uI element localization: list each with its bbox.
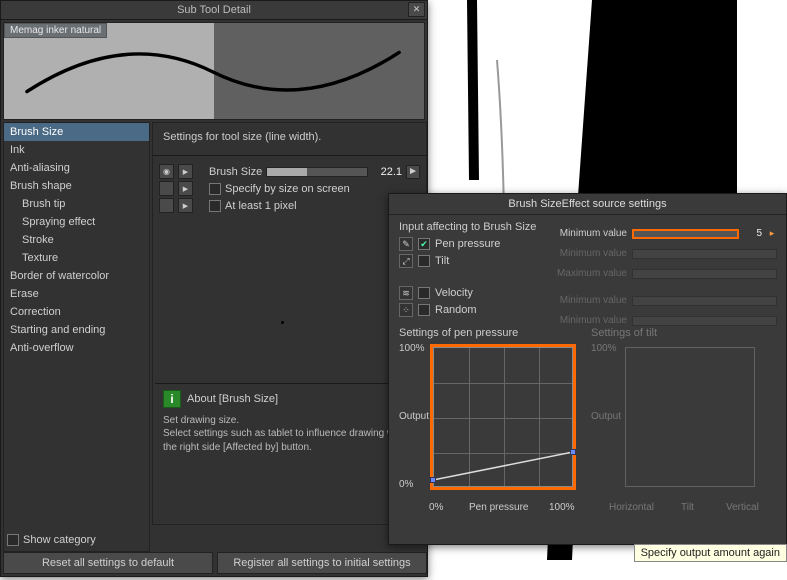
min-value-label-4: Minimum value <box>549 315 627 326</box>
row-toggle-icon[interactable] <box>159 198 174 213</box>
velocity-icon: ≋ <box>399 286 413 300</box>
curve-y-100: 100% <box>399 343 425 354</box>
tilt-x-h: Horizontal <box>609 502 654 513</box>
sidebar-item-brush-shape[interactable]: Brush shape <box>4 177 149 195</box>
visibility-toggle-icon[interactable] <box>159 164 174 179</box>
info-icon: i <box>163 390 181 408</box>
effect-dialog-title: Brush SizeEffect source settings <box>389 194 786 215</box>
tilt-curve <box>625 347 755 487</box>
min-value-slider-3 <box>632 296 777 306</box>
tilt-checkbox[interactable] <box>418 255 430 267</box>
curve-x-100: 100% <box>549 502 575 513</box>
random-icon: ⁘ <box>399 303 413 317</box>
slider-arrow-icon[interactable] <box>767 229 777 239</box>
at-least-1-pixel-checkbox[interactable] <box>209 200 221 212</box>
row-expand-icon[interactable] <box>178 198 193 213</box>
sidebar-item-anti-aliasing[interactable]: Anti-aliasing <box>4 159 149 177</box>
about-title: About [Brush Size] <box>187 393 278 405</box>
pen-pressure-label: Pen pressure <box>435 238 500 250</box>
effect-source-dialog: Brush SizeEffect source settings Input a… <box>388 193 787 545</box>
curve-x-0: 0% <box>429 502 443 513</box>
row-toggle-icon[interactable] <box>159 181 174 196</box>
about-text-1: Set drawing size. <box>163 414 418 428</box>
min-value-label-0: Minimum value <box>549 228 627 239</box>
expand-toggle-icon[interactable] <box>178 164 193 179</box>
sidebar-item-starting-ending[interactable]: Starting and ending <box>4 321 149 339</box>
tilt-x-v: Vertical <box>726 502 759 513</box>
about-box: i About [Brush Size] Set drawing size. S… <box>155 383 426 465</box>
show-category-checkbox[interactable] <box>7 534 19 546</box>
reset-button[interactable]: Reset all settings to default <box>3 552 213 574</box>
sidebar-item-erase[interactable]: Erase <box>4 285 149 303</box>
tilt-icon: ⤢ <box>399 254 413 268</box>
curve-x-label: Pen pressure <box>469 502 528 513</box>
tilt-y-100: 100% <box>591 343 617 354</box>
sidebar-item-anti-overflow[interactable]: Anti-overflow <box>4 339 149 357</box>
random-checkbox[interactable] <box>418 304 430 316</box>
brush-size-value: 22.1 <box>372 166 402 178</box>
brush-size-slider[interactable] <box>266 167 368 177</box>
window-title: Sub Tool Detail <box>177 4 251 16</box>
at-least-1-pixel-label: At least 1 pixel <box>225 200 297 212</box>
sidebar-item-ink[interactable]: Ink <box>4 141 149 159</box>
pen-pressure-checkbox[interactable] <box>418 238 430 250</box>
sidebar-item-spraying-effect[interactable]: Spraying effect <box>4 213 149 231</box>
curve-handle-end[interactable] <box>570 449 576 455</box>
pen-pressure-curve-block: Settings of pen pressure 100% Output 0% <box>399 327 579 513</box>
max-value-label-2: Maximum value <box>549 268 627 279</box>
brush-size-arrow-icon[interactable] <box>406 165 420 179</box>
curve-y-output: Output <box>399 411 429 422</box>
tilt-x-t: Tilt <box>681 502 694 513</box>
row-expand-icon[interactable] <box>178 181 193 196</box>
titlebar[interactable]: Sub Tool Detail <box>1 1 427 20</box>
brush-size-label: Brush Size <box>209 166 262 178</box>
settings-description: Settings for tool size (line width). <box>153 123 426 155</box>
random-label: Random <box>435 304 477 316</box>
brush-preview-dot <box>281 321 284 324</box>
specify-by-size-checkbox[interactable] <box>209 183 221 195</box>
brush-name-tag: Memag inker natural <box>4 23 107 38</box>
min-value-slider-0[interactable] <box>632 229 739 239</box>
pen-pressure-icon: ✎ <box>399 237 413 251</box>
min-value-label-1: Minimum value <box>549 248 627 259</box>
sidebar-item-stroke[interactable]: Stroke <box>4 231 149 249</box>
min-value-0: 5 <box>744 228 762 239</box>
min-value-slider-4 <box>632 316 777 326</box>
sub-tool-detail-dialog: Sub Tool Detail Memag inker natural Brus… <box>0 0 428 577</box>
tilt-label: Tilt <box>435 255 449 267</box>
tooltip: Specify output amount again <box>634 544 787 562</box>
sidebar-item-correction[interactable]: Correction <box>4 303 149 321</box>
category-sidebar: Brush Size Ink Anti-aliasing Brush shape… <box>3 122 150 552</box>
settings-panel: Settings for tool size (line width). Bru… <box>152 122 427 525</box>
velocity-checkbox[interactable] <box>418 287 430 299</box>
register-button[interactable]: Register all settings to initial setting… <box>217 552 427 574</box>
pen-pressure-curve[interactable] <box>433 347 573 487</box>
max-value-slider-2 <box>632 269 777 279</box>
curve-handle-start[interactable] <box>430 477 436 483</box>
close-icon[interactable] <box>408 2 425 17</box>
velocity-label: Velocity <box>435 287 473 299</box>
specify-by-size-label: Specify by size on screen <box>225 183 350 195</box>
curve-y-0: 0% <box>399 479 413 490</box>
sidebar-item-brush-size[interactable]: Brush Size <box>4 123 149 141</box>
sidebar-item-brush-tip[interactable]: Brush tip <box>4 195 149 213</box>
effect-sliders: Minimum value 5 Minimum value Maximum va… <box>549 222 777 332</box>
min-value-label-3: Minimum value <box>549 295 627 306</box>
tilt-y-output: Output <box>591 411 621 422</box>
sidebar-item-texture[interactable]: Texture <box>4 249 149 267</box>
show-category-label: Show category <box>23 534 96 546</box>
min-value-slider-1 <box>632 249 777 259</box>
tilt-curve-block: Settings of tilt 100% Output Horizontal … <box>591 327 761 513</box>
about-text-2: Select settings such as tablet to influe… <box>163 427 418 454</box>
sidebar-item-border-watercolor[interactable]: Border of watercolor <box>4 267 149 285</box>
show-category-row[interactable]: Show category <box>7 534 96 546</box>
